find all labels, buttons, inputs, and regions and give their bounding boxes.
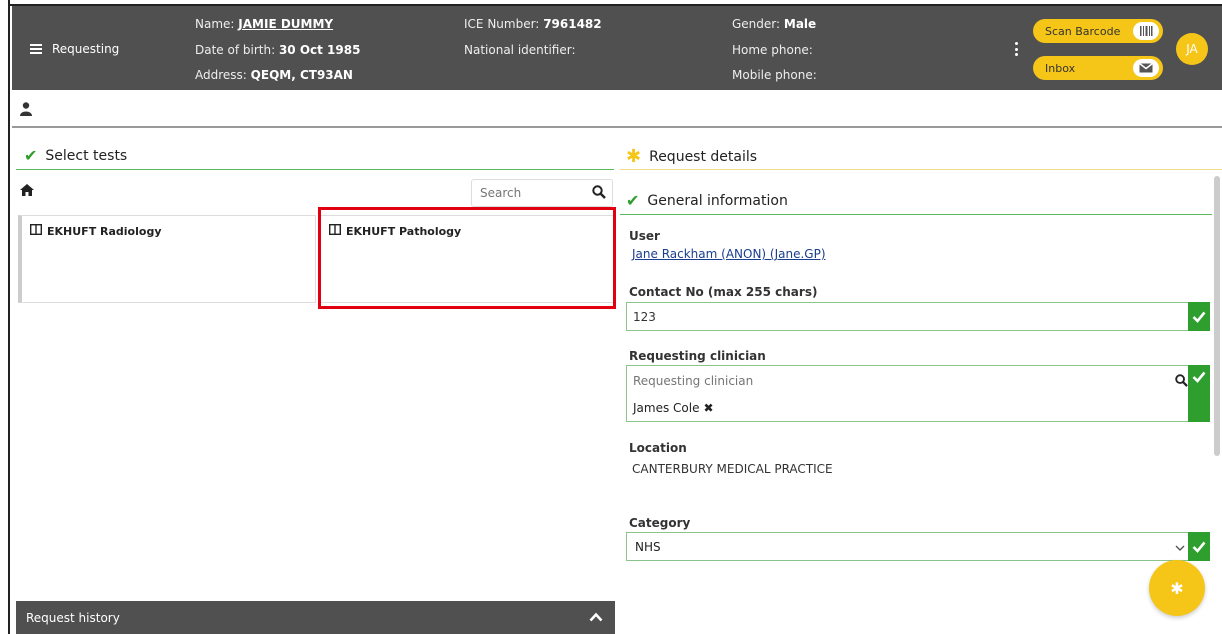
valid-check-icon [1188,532,1210,561]
menu-button[interactable]: Requesting [30,42,119,56]
ice-label: ICE Number: [464,17,540,31]
location-value: CANTERBURY MEDICAL PRACTICE [632,462,833,476]
menu-label: Requesting [52,42,120,56]
contact-label: Contact No (max 255 chars) [629,285,818,299]
user-avatar[interactable]: JA [1176,33,1208,65]
address-value: QEQM, CT93AN [250,68,353,82]
ice-number: ICE Number: 7961482 [464,17,602,31]
barcode-icon [1133,22,1159,40]
patient-header: Requesting Name: JAMIE DUMMY Date of bir… [12,6,1222,90]
dob-value: 30 Oct 1985 [278,43,361,57]
check-icon: ✔ [24,146,38,165]
asterisk-icon: ✱ [626,146,642,167]
contact-input[interactable] [627,303,1209,330]
select-tests-divider [16,169,614,170]
search-icon[interactable] [592,185,606,202]
chevron-down-icon [1175,541,1185,555]
national-identifier: National identifier: [464,43,576,57]
envelope-icon [1133,59,1159,77]
remove-x-icon[interactable]: ✖ [703,401,713,415]
scrollbar[interactable] [1214,176,1220,456]
home-phone: Home phone: [732,43,813,57]
patient-dob: Date of birth: 30 Oct 1985 [195,43,360,57]
patient-name: Name: JAMIE DUMMY [195,17,333,31]
request-details-label: Request details [649,148,758,165]
search-icon[interactable] [1175,374,1188,390]
tile-label: EKHUFT Radiology [47,224,162,238]
tile-ekhuft-radiology[interactable]: EKHUFT Radiology [18,215,316,303]
mobile-phone-label: Mobile phone: [732,68,817,82]
request-history-label: Request history [26,610,120,625]
clinician-label: Requesting clinician [629,349,766,363]
more-options-icon[interactable] [1015,42,1019,56]
home-icon[interactable] [20,184,34,199]
asterisk-icon: ✱ [1170,578,1184,598]
gender-label: Gender: [732,17,781,31]
inbox-button[interactable]: Inbox [1033,56,1163,80]
category-select[interactable]: NHS [626,532,1210,561]
fab-asterisk-button[interactable]: ✱ [1149,560,1205,616]
ice-value: 7961482 [543,17,602,31]
location-label: Location [629,441,687,455]
general-info-label: General information [647,192,788,209]
scan-barcode-label: Scan Barcode [1045,24,1121,38]
search-box [471,179,613,207]
name-label: Name: [195,17,235,31]
mobile-phone: Mobile phone: [732,68,817,82]
gender: Gender: Male [732,17,816,31]
category-value: NHS [635,540,661,554]
user-value[interactable]: Jane Rackham (ANON) (Jane.GP) [632,247,826,261]
request-history-bar[interactable]: Request history [16,601,615,634]
selected-clinician-name: James Cole [633,401,700,415]
clinician-field: James Cole✖ [626,365,1210,422]
valid-check-icon [1188,365,1210,422]
name-value[interactable]: JAMIE DUMMY [238,17,333,31]
address-label: Address: [195,68,247,82]
national-id-label: National identifier: [464,43,576,57]
dob-label: Date of birth: [195,43,276,57]
request-details-divider [620,169,1222,170]
select-tests-title: ✔ Select tests [24,146,127,165]
hamburger-icon [30,44,42,54]
category-label: Category [629,516,691,530]
home-phone-label: Home phone: [732,43,813,57]
chevron-up-icon[interactable] [589,611,603,625]
selected-clinician-tag: James Cole ✖ [633,401,714,415]
tile-label: EKHUFT Pathology [346,224,462,238]
person-icon[interactable] [20,102,32,119]
book-icon [29,223,43,238]
patient-subbar [12,90,1222,128]
user-label: User [629,229,660,243]
inbox-label: Inbox [1045,61,1076,75]
gender-value: Male [783,17,817,31]
general-info-divider [620,214,1212,215]
general-info-title: ✔ General information [626,191,788,210]
select-tests-label: Select tests [45,147,128,164]
book-icon [328,223,342,238]
clinician-input[interactable] [627,366,1209,395]
scan-barcode-button[interactable]: Scan Barcode [1033,19,1163,43]
patient-address: Address: QEQM, CT93AN [195,68,353,82]
contact-field [626,302,1210,331]
valid-check-icon [1188,302,1210,331]
request-details-title: ✱ Request details [626,146,757,167]
check-icon: ✔ [626,191,640,210]
search-input[interactable] [472,180,582,206]
frame-left [0,0,10,634]
tile-ekhuft-pathology[interactable]: EKHUFT Pathology [320,215,614,303]
